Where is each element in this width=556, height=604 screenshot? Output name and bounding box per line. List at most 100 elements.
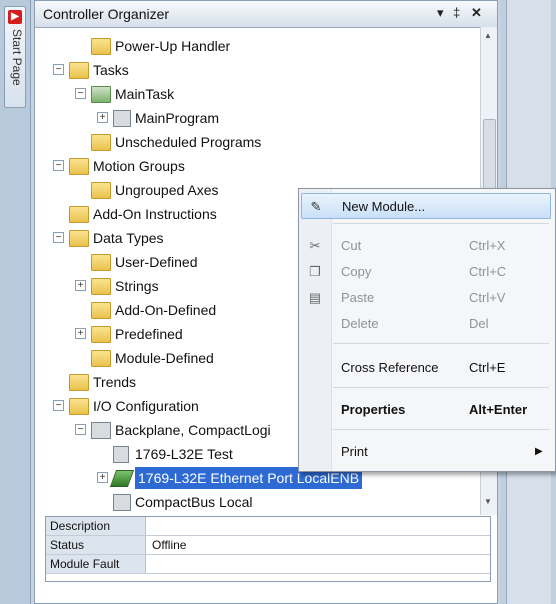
menu-separator [333,387,549,388]
menu-item-label: Cut [341,238,362,253]
tree-label: Power-Up Handler [115,38,231,54]
menu-item-shortcut: Ctrl+C [469,264,507,279]
folder-icon [91,254,111,271]
tree-label: Backplane, CompactLogi [115,422,271,438]
scroll-up-icon[interactable]: ▲ [484,31,492,40]
paste-icon: ▤ [308,290,322,305]
property-value: Offline [152,538,187,552]
menu-item-print[interactable]: Print ▶ [301,439,551,465]
property-key: Status [46,536,146,554]
menu-item-shortcut: Ctrl+X [469,238,506,253]
folder-icon [91,38,111,55]
expand-icon[interactable]: + [75,328,86,339]
copy-icon: ❐ [309,264,321,279]
pin-icon[interactable]: ‡ [453,5,460,20]
folder-icon [69,206,89,223]
dropdown-icon[interactable]: ▾ [437,5,444,21]
property-key: Description [46,517,146,535]
folder-icon [91,326,111,343]
start-page-label: Start Page [10,29,24,86]
folder-icon [91,302,111,319]
collapse-icon[interactable]: − [75,88,86,99]
tree-label: User-Defined [115,254,198,270]
menu-item-shortcut: Del [469,316,489,331]
menu-item-properties[interactable]: Properties Alt+Enter [301,397,551,423]
folder-icon [69,374,89,391]
folder-icon [69,230,89,247]
folder-icon [91,350,111,367]
menu-item-label: Delete [341,316,379,331]
menu-item-label: Copy [341,264,372,279]
menu-separator [333,343,549,344]
menu-item-cross-reference[interactable]: Cross Reference Ctrl+E [301,355,551,381]
bus-icon [113,494,131,511]
property-row: Module Fault [46,555,490,574]
start-page-icon: ▶ [8,10,22,24]
menu-item-shortcut: Ctrl+E [469,360,506,375]
tree-label: Tasks [93,62,129,78]
collapse-icon[interactable]: − [53,160,64,171]
close-icon[interactable]: ✕ [471,5,482,21]
expand-icon[interactable]: + [75,280,86,291]
collapse-icon[interactable]: − [53,64,64,75]
controller-icon [113,446,129,463]
tree-label: MainTask [115,86,175,102]
scroll-down-icon[interactable]: ▼ [484,497,492,506]
new-module-icon: ✎ [310,199,322,214]
folder-icon [69,398,89,415]
context-menu: ✎ New Module... ✂ Cut Ctrl+X ❐ Copy Ctrl… [298,188,556,472]
tree-label: CompactBus Local [135,494,253,510]
submenu-arrow-icon: ▶ [535,446,543,457]
menu-item-label: Cross Reference [341,360,439,375]
tree-label: Add-On Instructions [93,206,217,222]
tree-label: 1769-L32E Test [135,446,233,462]
menu-item-shortcut: Ctrl+V [469,290,506,305]
menu-item-label: Print [341,444,368,459]
menu-separator [333,223,549,224]
menu-separator [333,429,549,430]
folder-icon [91,278,111,295]
tree-label: Predefined [115,326,183,342]
organizer-title-bar: Controller Organizer ▾ ‡ ✕ [35,1,497,28]
tree-label: I/O Configuration [93,398,199,414]
collapse-icon[interactable]: − [75,424,86,435]
tree-label: Strings [115,278,159,294]
collapse-icon[interactable]: − [53,232,64,243]
menu-item-copy[interactable]: ❐ Copy Ctrl+C [301,259,551,285]
tree-label: Add-On-Defined [115,302,217,318]
program-icon [113,110,131,127]
property-key: Module Fault [46,555,146,573]
tree-label: Ungrouped Axes [115,182,219,198]
menu-item-shortcut: Alt+Enter [469,402,528,417]
start-page-strip: ▶ Start Page [0,0,31,604]
start-page-tab[interactable]: ▶ Start Page [4,6,26,108]
menu-item-label: Paste [341,290,375,305]
organizer-title: Controller Organizer [43,6,170,22]
menu-item-label: New Module... [342,199,426,214]
folder-icon [69,62,89,79]
menu-item-cut[interactable]: ✂ Cut Ctrl+X [301,233,551,259]
backplane-icon [91,422,111,439]
properties-grid: Description Status Offline Module Fault [45,516,491,582]
folder-icon [69,158,89,175]
property-row: Status Offline [46,536,490,555]
collapse-icon[interactable]: − [53,400,64,411]
folder-icon [91,182,111,199]
menu-item-paste[interactable]: ▤ Paste Ctrl+V [301,285,551,311]
tree-label: Module-Defined [115,350,214,366]
task-icon [91,86,111,103]
ethernet-module-icon [109,470,135,487]
tree-label: Trends [93,374,137,390]
expand-icon[interactable]: + [97,112,108,123]
menu-item-delete[interactable]: Delete Del [301,311,551,337]
tree-label: Unscheduled Programs [115,134,262,150]
expand-icon[interactable]: + [97,472,108,483]
tree-label: Data Types [93,230,164,246]
tree-label: Motion Groups [93,158,185,174]
folder-icon [91,134,111,151]
menu-item-new-module[interactable]: ✎ New Module... [301,193,551,219]
menu-item-label: Properties [341,402,406,417]
tree-label: MainProgram [135,110,220,126]
scissors-icon: ✂ [309,238,321,253]
property-row: Description [46,517,490,536]
